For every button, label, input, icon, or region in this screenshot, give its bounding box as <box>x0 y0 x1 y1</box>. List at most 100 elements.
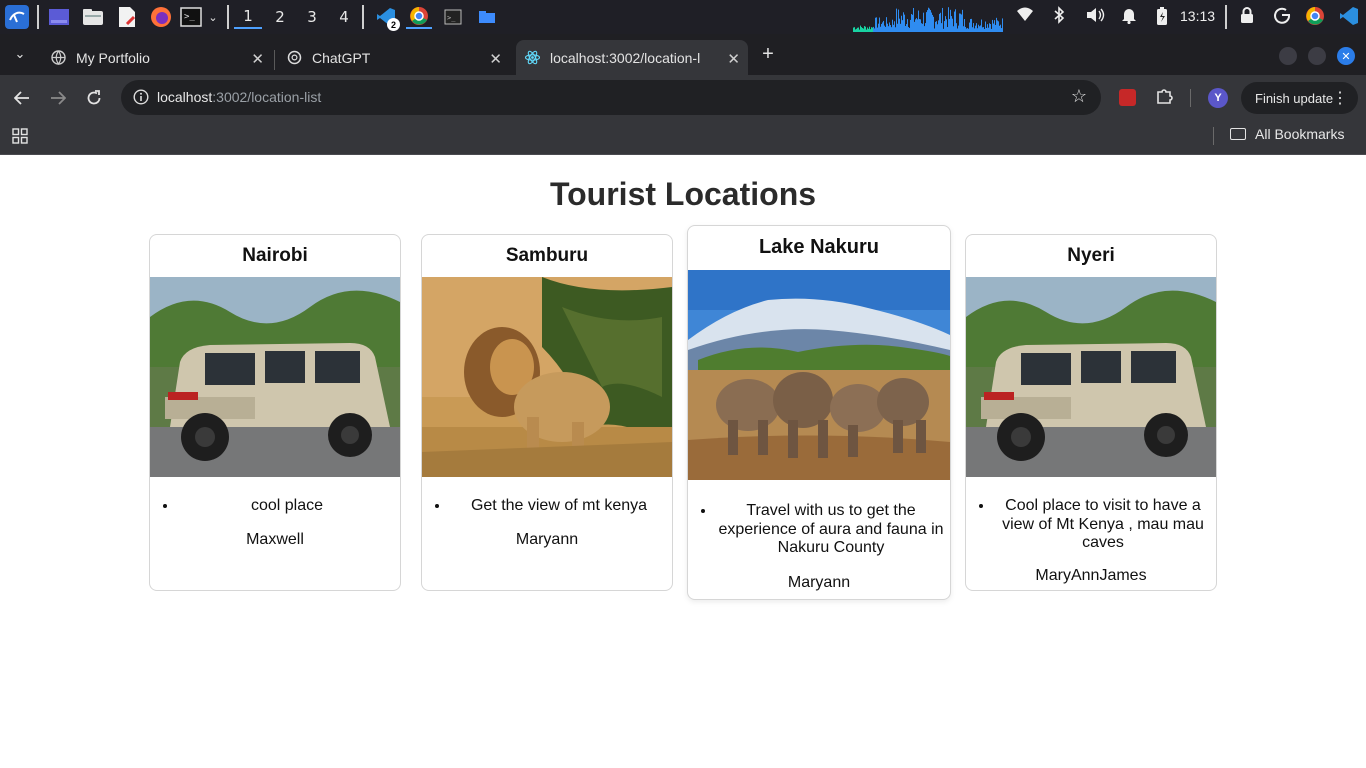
profile-avatar[interactable]: Y <box>1208 88 1228 108</box>
forward-arrow-icon[interactable] <box>47 87 69 109</box>
address-bar[interactable]: localhost:3002/location-list ☆ <box>121 80 1101 115</box>
chrome-window-icon[interactable] <box>406 5 432 29</box>
bookmarks-separator <box>1213 127 1214 145</box>
all-bookmarks-label: All Bookmarks <box>1255 126 1345 142</box>
tab-title: localhost:3002/location-l <box>550 49 701 66</box>
location-card-nairobi[interactable]: Nairobi cool place Maxwell <box>149 234 401 591</box>
tab-title: ChatGPT <box>312 49 371 66</box>
battery-charging-icon[interactable] <box>1156 6 1168 29</box>
vscode-tray-icon[interactable] <box>1339 6 1359 29</box>
wifi-icon[interactable] <box>1016 6 1034 25</box>
location-name: Nairobi <box>242 245 308 266</box>
folder-icon <box>1230 128 1246 140</box>
tab-divider <box>274 50 275 70</box>
taskbar-separator <box>37 5 39 29</box>
site-info-icon[interactable] <box>133 89 149 105</box>
author-name: Maryann <box>515 531 579 548</box>
description-item: Cool place to visit to have a view of Mt… <box>994 497 1212 553</box>
location-card-nyeri[interactable]: Nyeri Cool place to visit to have a view… <box>965 234 1217 591</box>
cpu-usage-graph <box>853 7 1003 32</box>
workspace-switcher-icon[interactable] <box>47 5 71 29</box>
bookmarks-bar: All Bookmarks <box>0 120 1366 155</box>
taskbar-separator <box>227 5 229 29</box>
chrome-tray-icon[interactable] <box>1305 6 1325 29</box>
url-host: localhost <box>157 89 213 105</box>
globe-icon <box>50 50 66 66</box>
notifications-bell-icon[interactable] <box>1121 6 1137 27</box>
close-tab-icon[interactable]: ✕ <box>489 50 502 68</box>
os-taskbar: >_ ⌄ 1 2 3 4 2 >_ 13:13 <box>0 0 1366 34</box>
description-list: Travel with us to get the experience of … <box>688 502 950 558</box>
svg-text:>_: >_ <box>447 14 456 22</box>
maximize-window-button[interactable] <box>1308 47 1326 65</box>
finish-update-label: Finish update <box>1255 90 1334 106</box>
apps-grid-icon[interactable] <box>12 128 28 144</box>
workspace-3[interactable]: 3 <box>298 5 326 29</box>
author-name: Maxwell <box>246 531 304 548</box>
firefox-icon[interactable] <box>149 5 173 29</box>
browser-tab-strip: ⌄ My Portfolio ✕ ChatGPT ✕ localhost:300… <box>0 34 1366 75</box>
location-card-lake-nakuru[interactable]: Lake Nakuru • Travel with us to get the … <box>687 225 951 600</box>
description-item: Travel with us to get the experience of … <box>716 502 946 558</box>
terminal-window-icon[interactable]: >_ <box>441 5 465 29</box>
volume-icon[interactable] <box>1085 6 1105 27</box>
description-list: Cool place to visit to have a view of Mt… <box>966 497 1216 553</box>
location-name: Lake Nakuru <box>758 236 880 258</box>
extension-icon[interactable] <box>1119 89 1136 106</box>
location-name: Samburu <box>505 245 589 266</box>
description-list: cool place <box>150 497 400 516</box>
lion-image <box>422 277 672 477</box>
all-bookmarks-button[interactable]: All Bookmarks <box>1230 126 1344 142</box>
bookmark-star-icon[interactable]: ☆ <box>1071 86 1087 107</box>
minimize-window-button[interactable] <box>1279 47 1297 65</box>
close-tab-icon[interactable]: ✕ <box>251 50 264 68</box>
page-content: Tourist Locations Nairobi cool place <box>0 156 1366 768</box>
more-menu-icon[interactable]: ⋮ <box>1332 88 1348 108</box>
tab-search-chevron-icon[interactable]: ⌄ <box>9 43 31 65</box>
extensions-puzzle-icon[interactable] <box>1156 87 1174 110</box>
lock-screen-icon[interactable] <box>1239 6 1255 27</box>
new-tab-plus-icon[interactable]: + <box>757 43 779 65</box>
description-list: Get the view of mt kenya <box>422 497 672 516</box>
page-title: Tourist Locations <box>549 176 817 212</box>
chevron-down-icon[interactable]: ⌄ <box>205 5 221 29</box>
author-name: Maryann <box>787 574 851 591</box>
browser-toolbar: localhost:3002/location-list ☆ Y Finish … <box>0 75 1366 120</box>
taskbar-separator <box>362 5 364 29</box>
close-tab-icon[interactable]: ✕ <box>727 50 740 68</box>
tab-location-list[interactable]: localhost:3002/location-l ✕ <box>516 40 748 75</box>
openai-icon <box>286 50 302 66</box>
toolbar-separator <box>1190 89 1191 107</box>
terminal-icon[interactable]: >_ <box>179 5 203 29</box>
url-path: :3002/location-list <box>212 89 322 105</box>
tab-chatgpt[interactable]: ChatGPT ✕ <box>278 40 510 75</box>
workspace-4[interactable]: 4 <box>330 5 358 29</box>
close-window-button[interactable]: ✕ <box>1337 47 1355 65</box>
author-name: MaryAnnJames <box>1035 567 1147 584</box>
window-count-badge: 2 <box>387 18 400 31</box>
logout-icon[interactable] <box>1273 6 1291 27</box>
description-item: Get the view of mt kenya <box>450 497 668 516</box>
safari-jeep-image <box>150 277 400 477</box>
clock[interactable]: 13:13 <box>1180 8 1215 24</box>
elephants-kilimanjaro-image <box>688 270 950 480</box>
workspace-1[interactable]: 1 <box>234 5 262 29</box>
back-arrow-icon[interactable] <box>11 87 33 109</box>
file-manager-icon[interactable] <box>81 5 105 29</box>
workspace-2[interactable]: 2 <box>266 5 294 29</box>
location-card-samburu[interactable]: Samburu Get the view of mt kenya Maryann <box>421 234 673 591</box>
bluetooth-icon[interactable] <box>1053 6 1065 27</box>
location-name: Nyeri <box>1067 245 1115 266</box>
taskbar-separator <box>1225 5 1227 29</box>
safari-jeep-image <box>966 277 1216 477</box>
tab-title: My Portfolio <box>76 49 150 66</box>
kali-menu-icon[interactable] <box>4 5 30 29</box>
reload-icon[interactable] <box>83 87 105 109</box>
description-item: cool place <box>178 497 396 516</box>
finish-update-button[interactable]: Finish update ⋮ <box>1241 82 1358 114</box>
folder-window-icon[interactable] <box>475 5 499 29</box>
react-icon <box>524 50 540 66</box>
tab-my-portfolio[interactable]: My Portfolio ✕ <box>40 40 272 75</box>
text-editor-icon[interactable] <box>115 5 139 29</box>
url-text: localhost:3002/location-list <box>157 89 321 105</box>
